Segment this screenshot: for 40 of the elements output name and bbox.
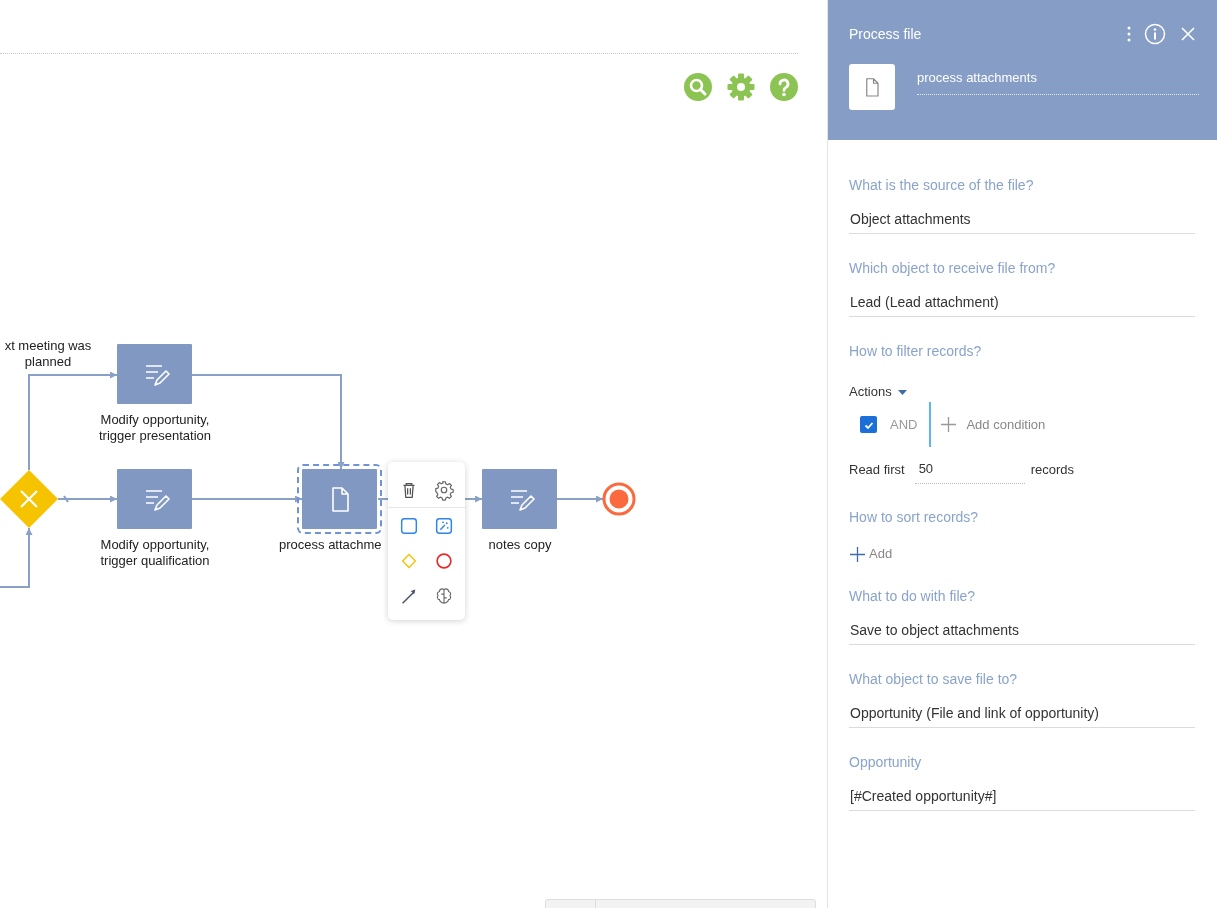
field-label: What object to save file to? xyxy=(849,670,1019,689)
task-node[interactable] xyxy=(297,464,382,534)
value-field[interactable]: Lead (Lead attachment) xyxy=(849,288,1195,317)
task-label: notes copy xyxy=(487,537,553,553)
task-label: process attachme xyxy=(279,537,382,553)
read-first-label: Read first xyxy=(849,461,905,477)
operator-label: AND xyxy=(890,417,918,432)
add-condition-button[interactable]: Add condition xyxy=(940,416,1046,433)
field-label: Opportunity xyxy=(849,753,923,772)
actions-menu[interactable]: Actions xyxy=(849,382,1195,402)
flow-arrow[interactable] xyxy=(0,527,33,588)
caret-icon xyxy=(897,389,907,395)
info-icon[interactable] xyxy=(1144,23,1166,45)
search-icon[interactable] xyxy=(684,73,712,101)
value-field[interactable]: Save to object attachments xyxy=(849,616,1195,645)
field-label: What to do with file? xyxy=(849,587,977,606)
task-label: Modify opportunity, trigger qualification xyxy=(99,537,211,569)
add-button[interactable]: Add xyxy=(849,544,1195,564)
field-label: How to filter records? xyxy=(849,342,983,361)
gateway-node[interactable] xyxy=(0,470,58,528)
flow-arrow[interactable] xyxy=(556,495,604,503)
field-label: What is the source of the file? xyxy=(849,176,1035,195)
plus-icon xyxy=(849,545,866,563)
flow-arrow[interactable] xyxy=(191,495,303,503)
panel-title: Process file xyxy=(849,26,923,42)
flow-label: xt meeting was planned xyxy=(3,338,93,370)
end-event[interactable] xyxy=(602,482,636,516)
flow-arrow[interactable] xyxy=(57,495,118,503)
field-label: Which object to receive file from? xyxy=(849,259,1057,278)
value-field[interactable]: [#Created opportunity#] xyxy=(849,782,1195,811)
number-field[interactable]: 50 xyxy=(914,454,1025,484)
field-label: How to sort records? xyxy=(849,508,980,527)
value-field[interactable]: Object attachments xyxy=(849,205,1195,234)
help-icon[interactable] xyxy=(770,73,798,101)
plus-icon xyxy=(940,416,958,433)
gear-icon[interactable] xyxy=(433,478,455,501)
checkbox[interactable] xyxy=(860,416,877,433)
value-field[interactable]: Opportunity (File and link of opportunity) xyxy=(849,699,1195,728)
task-label: Modify opportunity, trigger presentation xyxy=(98,412,212,444)
records-label: records xyxy=(1030,461,1074,477)
